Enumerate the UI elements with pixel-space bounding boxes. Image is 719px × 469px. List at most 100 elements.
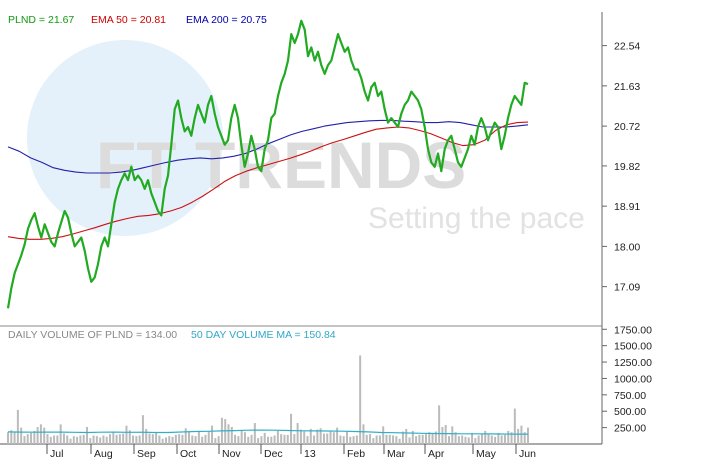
volume-bar	[201, 436, 204, 444]
volume-bar	[464, 436, 467, 444]
volume-bar	[431, 432, 434, 444]
volume-bar	[184, 428, 187, 444]
volume-bar	[7, 432, 9, 444]
volume-bar	[230, 426, 233, 444]
volume-bar	[79, 435, 82, 444]
price-y-axis: 17.09 18.00 18.91 19.82 20.72 21.63 22.54	[602, 41, 640, 294]
volume-tick-label: 250.00	[614, 423, 646, 435]
watermark: FT TRENDS Setting the pace	[27, 40, 585, 236]
volume-bar	[359, 355, 362, 444]
volume-bar	[296, 423, 299, 444]
volume-bar	[293, 434, 296, 444]
volume-bar	[336, 427, 339, 444]
volume-bar	[418, 434, 421, 444]
volume-bar	[355, 435, 358, 444]
volume-bar	[263, 432, 266, 444]
volume-bar	[82, 434, 85, 444]
price-tick-label: 18.91	[614, 201, 640, 213]
volume-bar	[112, 431, 115, 444]
volume-bar	[26, 434, 29, 444]
volume-bar	[89, 438, 92, 444]
volume-bar	[345, 431, 348, 444]
volume-bar	[392, 435, 395, 444]
volume-bar	[405, 428, 408, 444]
volume-tick-label: 750.00	[614, 390, 646, 402]
volume-tick-label: 1000.00	[614, 373, 652, 385]
volume-bar	[421, 434, 424, 444]
legend-volume: DAILY VOLUME OF PLND = 134.00	[8, 329, 177, 341]
volume-bar	[151, 434, 154, 444]
volume-bar	[290, 413, 293, 444]
volume-bar	[105, 436, 108, 444]
volume-bar	[329, 431, 332, 444]
volume-bar	[303, 431, 306, 444]
volume-tick-label: 1750.00	[614, 324, 652, 336]
volume-bar	[49, 436, 52, 444]
volume-bar	[378, 435, 381, 444]
volume-bar	[517, 428, 520, 444]
volume-bar	[471, 432, 474, 444]
volume-bar	[95, 436, 98, 444]
volume-bar	[388, 434, 391, 444]
x-axis: Jul Aug Sep Oct Nov Dec 13 Feb Mar Apr May Jun	[46, 444, 536, 460]
volume-bar	[234, 434, 237, 444]
volume-bar	[56, 435, 59, 444]
volume-bar	[257, 438, 260, 444]
x-tick-label: Jul	[50, 448, 63, 460]
volume-bar	[477, 435, 480, 444]
volume-bar	[349, 436, 352, 444]
volume-bar	[237, 436, 240, 444]
volume-bar	[115, 434, 118, 444]
volume-bar	[217, 436, 220, 444]
price-tick-label: 17.09	[614, 282, 640, 294]
volume-bar	[36, 426, 39, 444]
volume-bar	[132, 435, 135, 444]
volume-tick-label: 1250.00	[614, 357, 652, 369]
volume-bar	[424, 434, 427, 444]
volume-bar	[306, 436, 309, 444]
price-tick-label: 21.63	[614, 81, 640, 93]
volume-bar	[13, 432, 16, 444]
volume-bar	[174, 434, 177, 444]
volume-bar	[194, 436, 197, 444]
volume-bar	[507, 430, 510, 444]
volume-bar	[395, 436, 398, 444]
volume-bar	[138, 435, 141, 444]
volume-bar	[503, 434, 506, 444]
volume-bar	[197, 430, 200, 444]
volume-bar	[62, 433, 65, 444]
volume-bar	[69, 438, 72, 444]
x-tick-label: Dec	[264, 448, 283, 460]
volume-bar	[72, 436, 75, 444]
volume-bar	[451, 426, 454, 444]
volume-bar	[211, 425, 214, 444]
x-tick-label: Jun	[519, 448, 536, 460]
volume-bar	[99, 437, 102, 444]
legend-volume-ma: 50 DAY VOLUME MA = 150.84	[191, 329, 336, 341]
volume-bar	[247, 436, 250, 444]
x-tick-label: Apr	[428, 448, 445, 460]
volume-bar	[448, 436, 451, 444]
volume-bar	[490, 435, 493, 444]
volume-bar	[270, 436, 273, 444]
volume-bar	[43, 427, 46, 444]
volume-tick-label: 500.00	[614, 406, 646, 418]
volume-bar	[207, 431, 210, 444]
volume-bar	[372, 438, 375, 444]
volume-bar	[322, 433, 325, 444]
volume-bar	[125, 425, 128, 444]
volume-bar	[286, 434, 289, 444]
volume-bar	[145, 428, 148, 444]
volume-bar	[484, 430, 487, 444]
volume-bar	[253, 423, 256, 444]
price-tick-label: 20.72	[614, 121, 640, 133]
volume-bar	[243, 432, 246, 444]
volume-bar	[408, 437, 411, 444]
volume-bar	[240, 430, 243, 444]
x-tick-label: Oct	[180, 448, 196, 460]
volume-bar	[513, 408, 516, 444]
stock-chart: FT TRENDS Setting the pace PLND = 21.67 …	[0, 12, 652, 460]
volume-bar	[444, 424, 447, 444]
volume-bar	[487, 434, 490, 444]
watermark-tagline: Setting the pace	[368, 202, 585, 235]
